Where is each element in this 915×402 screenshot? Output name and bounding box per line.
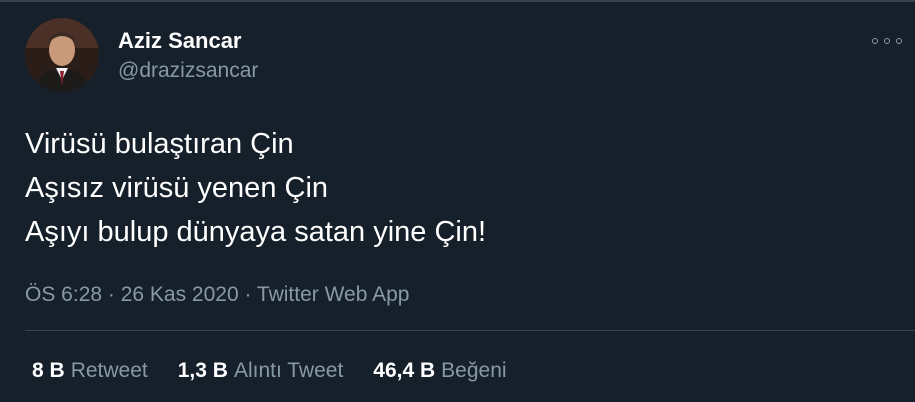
stat-count: 46,4 B — [373, 359, 436, 382]
author-handle[interactable]: @drazizsancar — [118, 58, 258, 84]
more-dot — [884, 38, 890, 44]
stat-label: Beğeni — [441, 359, 507, 382]
top-border — [0, 0, 915, 2]
divider — [25, 330, 915, 331]
tweet-timestamp[interactable]: ÖS 6:28 · 26 Kas 2020 · Twitter Web App — [25, 282, 409, 308]
profile-photo-icon — [25, 18, 99, 92]
stat-count: 8 B — [32, 359, 65, 382]
tweet-line: Aşısız virüsü yenen Çin — [25, 172, 329, 204]
quote-tweet-stat[interactable]: 1,3 B Alıntı Tweet — [178, 358, 344, 384]
more-dot — [896, 38, 902, 44]
tweet-text: Virüsü bulaştıran Çin Aşısız virüsü yene… — [25, 122, 486, 254]
more-dot — [872, 38, 878, 44]
stat-label: Retweet — [70, 359, 148, 382]
retweet-stat[interactable]: 8 B Retweet — [32, 358, 148, 384]
stat-label: Alıntı Tweet — [233, 359, 344, 382]
tweet-line: Aşıyı bulup dünyaya satan yine Çin! — [25, 216, 487, 248]
tweet-line: Virüsü bulaştıran Çin — [25, 128, 294, 160]
stat-count: 1,3 B — [177, 359, 228, 382]
like-stat[interactable]: 46,4 B Beğeni — [373, 358, 506, 384]
tweet-card: Aziz Sancar @drazizsancar Virüsü bulaştı… — [0, 0, 915, 402]
tweet-stats: 8 B Retweet 1,3 B Alıntı Tweet 46,4 B Beğen… — [32, 358, 537, 384]
author-name[interactable]: Aziz Sancar — [118, 28, 242, 54]
more-options-icon[interactable] — [872, 34, 902, 48]
avatar[interactable] — [25, 18, 99, 92]
